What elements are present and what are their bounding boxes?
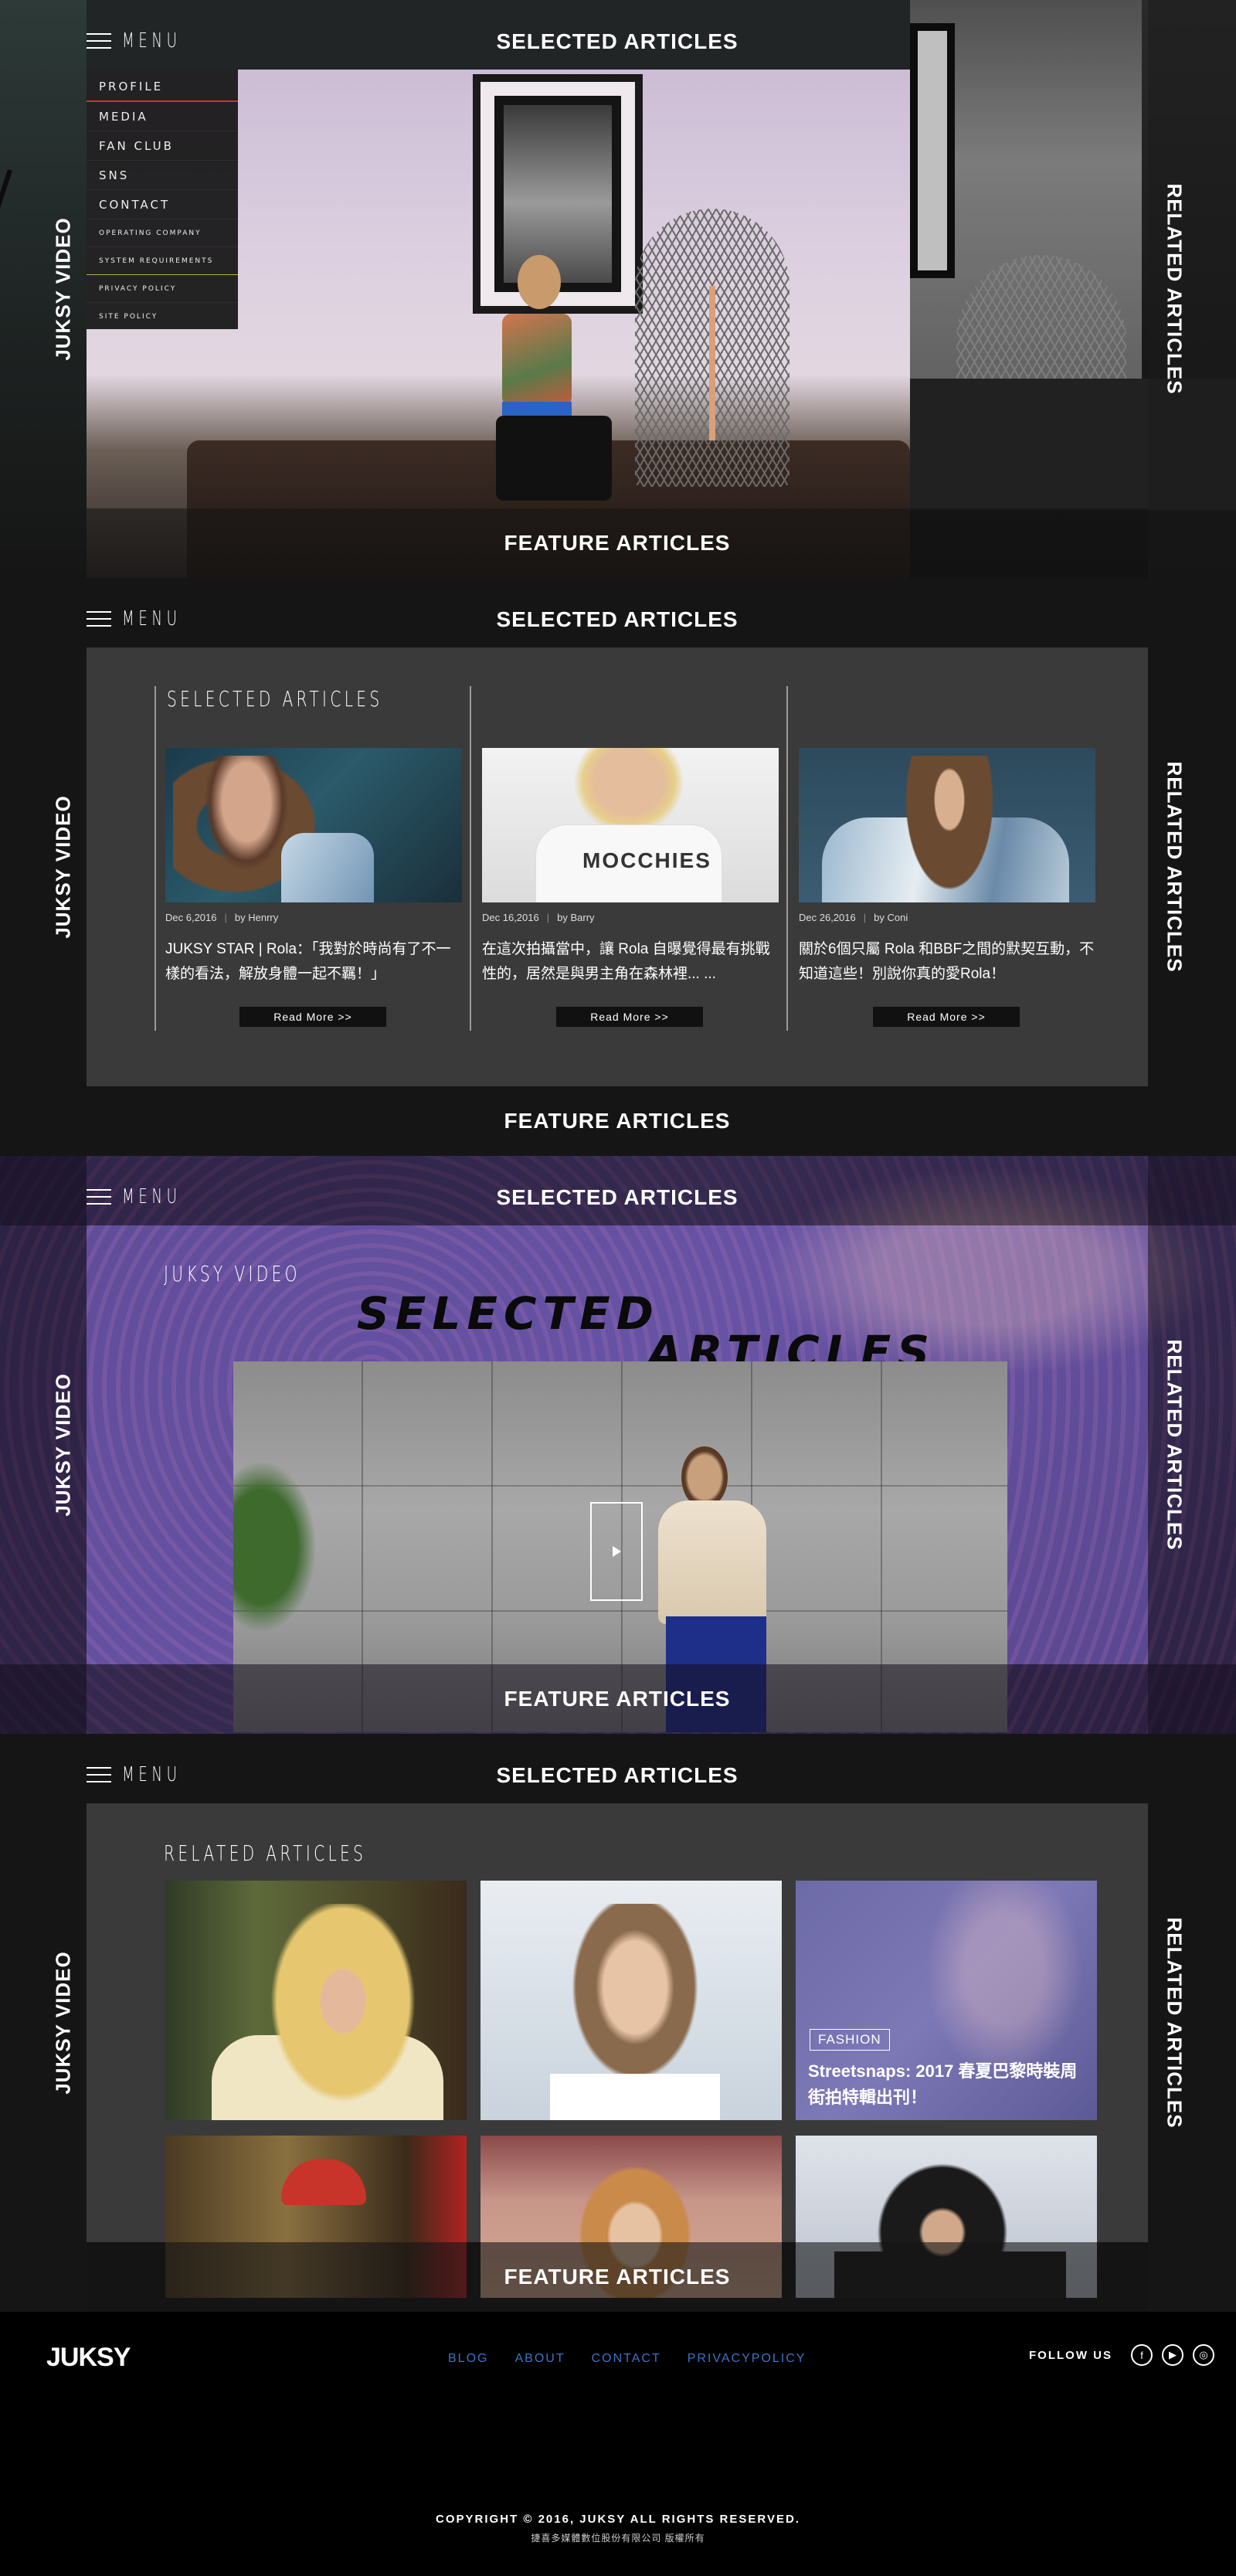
divider bbox=[470, 686, 471, 1031]
play-button[interactable] bbox=[590, 1502, 643, 1601]
menu-item-profile[interactable]: PROFILE bbox=[87, 73, 238, 102]
article-image[interactable]: MOCCHIES bbox=[482, 748, 779, 902]
ivy-plant bbox=[233, 1446, 326, 1647]
related-tile-title[interactable]: Streetsnaps: 2017 春夏巴黎時裝周街拍特輯出刊！ bbox=[808, 2058, 1094, 2111]
article-title[interactable]: JUKSY STAR | Rola：「我對於時尚有了不一樣的看法，解放身體一起不… bbox=[165, 937, 462, 987]
article-meta: Dec 26,2016 | by Coni bbox=[799, 912, 908, 923]
nav-bottom-feature-articles[interactable]: FEATURE ARTICLES bbox=[87, 2242, 1148, 2312]
panel-title: RELATED ARTICLES bbox=[164, 1840, 367, 1866]
nav-left-juksy-video[interactable]: JUKSY VIDEO bbox=[52, 795, 76, 938]
article-image[interactable] bbox=[799, 748, 1095, 902]
footer-link-blog[interactable]: BLOG bbox=[448, 2352, 488, 2366]
article-date: Dec 6,2016 bbox=[165, 912, 217, 923]
top-nav: MENU SELECTED ARTICLES bbox=[87, 1156, 1148, 1242]
article-title[interactable]: 在這次拍攝當中，讓 Rola 自曝覺得最有挑戰性的，居然是與男主角在森林裡...… bbox=[482, 937, 779, 987]
related-tile[interactable] bbox=[480, 1881, 782, 2120]
read-more-button[interactable]: Read More >> bbox=[873, 1007, 1020, 1027]
article-title[interactable]: 關於6個只屬 Rola 和BBF之間的默契互動，不知道這些！別說你真的愛Rola… bbox=[799, 937, 1095, 987]
menu-item-site-policy[interactable]: SITE POLICY bbox=[87, 303, 238, 331]
footer-follow: FOLLOW US f ▶ ◎ bbox=[1029, 2344, 1214, 2366]
company-notice: 捷喜多媒體數位股份有限公司 版權所有 bbox=[531, 2533, 705, 2544]
model-figure bbox=[473, 255, 612, 533]
panel-title: SELECTED ARTICLES bbox=[167, 686, 383, 712]
nav-left-juksy-video[interactable]: JUKSY VIDEO bbox=[52, 217, 76, 360]
read-more-button[interactable]: Read More >> bbox=[556, 1007, 703, 1027]
divider bbox=[786, 686, 788, 1031]
nav-top-selected-articles[interactable]: SELECTED ARTICLES bbox=[87, 607, 1148, 632]
article-author: by Henrry bbox=[234, 912, 279, 923]
site-footer: JUKSY BLOG ABOUT CONTACT PRIVACYPOLICY F… bbox=[0, 2312, 1236, 2576]
related-tile-featured[interactable]: FASHION Streetsnaps: 2017 春夏巴黎時裝周街拍特輯出刊！ bbox=[796, 1881, 1097, 2120]
menu-item-contact[interactable]: CONTACT bbox=[87, 190, 238, 219]
menu-item-media[interactable]: MEDIA bbox=[87, 102, 238, 131]
footer-link-about[interactable]: ABOUT bbox=[514, 2352, 565, 2366]
footer-link-contact[interactable]: CONTACT bbox=[592, 2352, 661, 2366]
play-icon bbox=[612, 1546, 621, 1557]
facebook-icon[interactable]: f bbox=[1131, 2344, 1153, 2366]
video-section: JUKSY VIDEO SELECTED ARTICLES MENU SELEC… bbox=[0, 1156, 1236, 1734]
article-card[interactable]: Dec 6,2016 | by Henrry JUKSY STAR | Rola：… bbox=[165, 748, 462, 1027]
nav-left-juksy-video[interactable]: JUKSY VIDEO bbox=[52, 1951, 76, 2094]
nav-bottom-feature-articles[interactable]: FEATURE ARTICLES bbox=[87, 508, 1148, 578]
nav-right-related-articles[interactable]: RELATED ARTICLES bbox=[1163, 761, 1187, 972]
footer-link-privacy-policy[interactable]: PRIVACYPOLICY bbox=[688, 2352, 806, 2366]
top-nav: MENU SELECTED ARTICLES bbox=[87, 0, 1148, 87]
menu-item-fan-club[interactable]: FAN CLUB bbox=[87, 131, 238, 161]
instagram-icon[interactable]: ◎ bbox=[1193, 2344, 1214, 2366]
article-image[interactable] bbox=[165, 748, 462, 902]
shirt-print: MOCCHIES bbox=[582, 848, 711, 872]
footer-nav: BLOG ABOUT CONTACT PRIVACYPOLICY bbox=[448, 2352, 806, 2366]
nav-top-selected-articles[interactable]: SELECTED ARTICLES bbox=[87, 29, 1148, 54]
article-card[interactable]: Dec 26,2016 | by Coni 關於6個只屬 Rola 和BBF之間的… bbox=[799, 748, 1095, 1027]
selected-articles-section: MENU SELECTED ARTICLES SELECTED ARTICLES… bbox=[0, 578, 1236, 1156]
article-meta: Dec 16,2016 | by Barry bbox=[482, 912, 595, 923]
related-tile[interactable] bbox=[165, 1881, 467, 2120]
youtube-icon[interactable]: ▶ bbox=[1162, 2344, 1183, 2366]
article-card[interactable]: MOCCHIES Dec 16,2016 | by Barry 在這次拍攝當中，讓… bbox=[482, 748, 779, 1027]
menu-dropdown: PROFILE MEDIA FAN CLUB SNS CONTACT OPERA… bbox=[87, 70, 238, 331]
menu-item-sns[interactable]: SNS bbox=[87, 161, 238, 190]
nav-top-selected-articles[interactable]: SELECTED ARTICLES bbox=[87, 1763, 1148, 1788]
nav-right-related-articles[interactable]: RELATED ARTICLES bbox=[1163, 1917, 1187, 2128]
cage-lamp bbox=[635, 209, 789, 487]
article-author: by Coni bbox=[874, 912, 908, 923]
nav-left-juksy-video[interactable]: JUKSY VIDEO bbox=[52, 1373, 76, 1516]
menu-item-operating-company[interactable]: OPERATING COMPANY bbox=[87, 219, 238, 247]
related-articles-section: MENU SELECTED ARTICLES RELATED ARTICLES … bbox=[0, 1734, 1236, 2312]
article-meta: Dec 6,2016 | by Henrry bbox=[165, 912, 279, 923]
menu-item-privacy-policy[interactable]: PRIVACY POLICY bbox=[87, 275, 238, 303]
menu-item-system-requirements[interactable]: SYSTEM REQUIREMENTS bbox=[87, 247, 238, 275]
related-articles-panel: RELATED ARTICLES FASHION Streetsnaps: 20… bbox=[87, 1803, 1148, 2298]
read-more-button[interactable]: Read More >> bbox=[239, 1007, 386, 1027]
video-headline-1: SELECTED bbox=[357, 1287, 660, 1340]
divider bbox=[154, 686, 156, 1031]
selected-articles-panel: SELECTED ARTICLES Dec 6,2016 | by Henrry … bbox=[87, 647, 1148, 1086]
hero-section: MENU SELECTED ARTICLES PROFILE MEDIA FAN… bbox=[0, 0, 1236, 578]
article-date: Dec 16,2016 bbox=[482, 912, 539, 923]
nav-right-related-articles[interactable]: RELATED ARTICLES bbox=[1163, 183, 1187, 394]
copyright: COPYRIGHT © 2016, JUKSY ALL RIGHTS RESER… bbox=[436, 2513, 800, 2526]
nav-right-related-articles[interactable]: RELATED ARTICLES bbox=[1163, 1339, 1187, 1550]
nav-bottom-feature-articles[interactable]: FEATURE ARTICLES bbox=[87, 1664, 1148, 1734]
follow-us-label: FOLLOW US bbox=[1029, 2348, 1112, 2362]
video-label: JUKSY VIDEO bbox=[164, 1261, 301, 1286]
category-badge[interactable]: FASHION bbox=[810, 2029, 890, 2051]
nav-bottom-feature-articles[interactable]: FEATURE ARTICLES bbox=[87, 1086, 1148, 1156]
nav-top-selected-articles[interactable]: SELECTED ARTICLES bbox=[87, 1185, 1148, 1210]
article-date: Dec 26,2016 bbox=[799, 912, 856, 923]
article-author: by Barry bbox=[557, 912, 595, 923]
footer-logo[interactable]: JUKSY bbox=[46, 2343, 131, 2373]
